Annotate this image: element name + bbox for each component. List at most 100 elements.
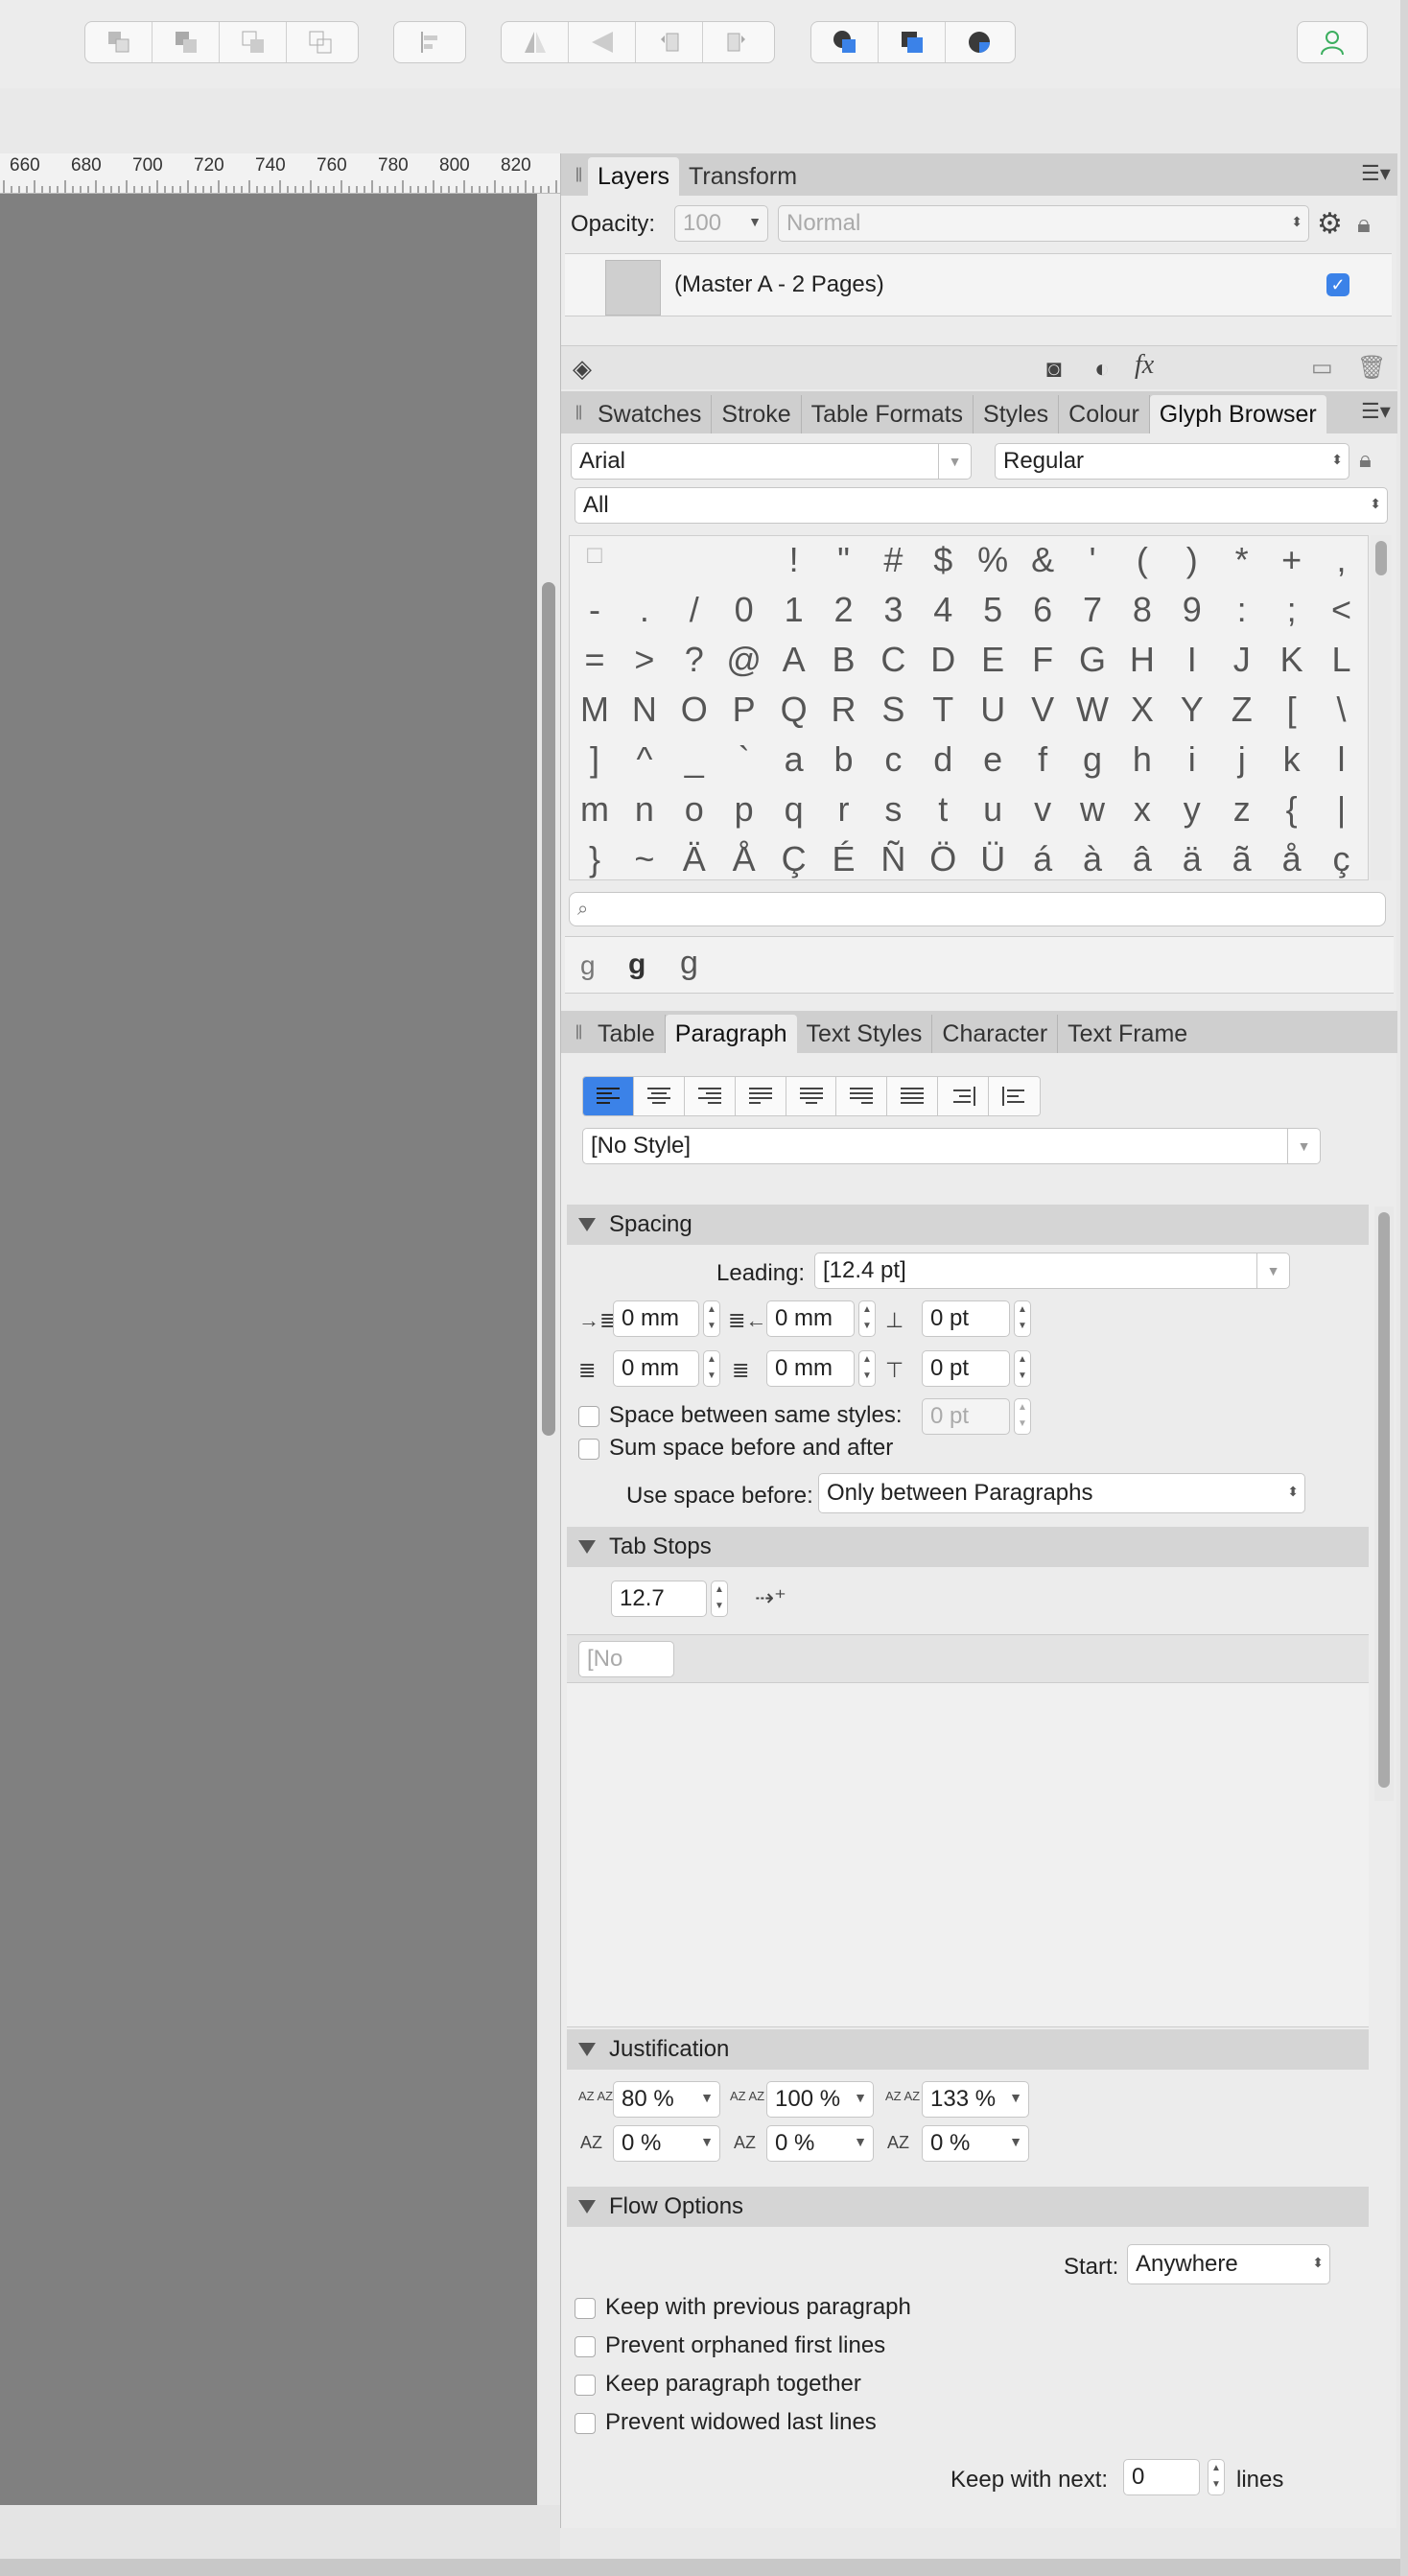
glyph-cell[interactable]: P <box>719 690 769 739</box>
align-center-button[interactable] <box>633 1077 685 1115</box>
glyph-search-input[interactable]: ⌕ <box>569 892 1386 926</box>
tab-transform[interactable]: Transform <box>679 157 807 196</box>
account-button[interactable] <box>1298 22 1367 62</box>
glyph-cell[interactable]: Ç <box>769 839 819 889</box>
glyph-cell[interactable]: $ <box>918 540 968 590</box>
glyph-cell[interactable]: [ <box>1267 690 1317 739</box>
fx-icon[interactable]: fx <box>1135 350 1154 381</box>
keep-with-next-stepper[interactable]: ▲ ▼ <box>1208 2459 1225 2495</box>
justify-left-button[interactable] <box>735 1077 786 1115</box>
default-tab-stepper[interactable]: ▲ ▼ <box>711 1581 728 1617</box>
glyph-cell[interactable]: ã <box>1217 839 1267 889</box>
glyph-cell[interactable]: | <box>1317 789 1367 839</box>
rotate-right-button[interactable] <box>703 22 770 62</box>
align-away-from-spine-button[interactable] <box>989 1077 1040 1115</box>
glyph-cell[interactable]: a <box>769 739 819 789</box>
space-before-field[interactable]: 0 pt <box>922 1300 1010 1337</box>
glyph-cell[interactable]: k <box>1267 739 1317 789</box>
glyph-cell[interactable]: , <box>1317 540 1367 590</box>
glyph-cell[interactable]: K <box>1267 640 1317 690</box>
glyph-cell[interactable]: } <box>570 839 620 889</box>
flow-options-section-header[interactable]: Flow Options <box>567 2187 1369 2227</box>
glyph-cell[interactable] <box>719 540 769 590</box>
recent-glyph[interactable]: g <box>580 950 596 981</box>
glyph-cell[interactable]: X <box>1117 690 1167 739</box>
glyph-cell[interactable]: g <box>1068 739 1117 789</box>
glyph-cell[interactable]: ; <box>1267 590 1317 640</box>
tab-table-formats[interactable]: Table Formats <box>802 395 974 433</box>
move-back-button[interactable] <box>153 22 220 62</box>
glyph-cell[interactable]: ç <box>1317 839 1367 889</box>
glyph-cell[interactable]: 5 <box>968 590 1018 640</box>
glyph-cell[interactable]: □ <box>570 540 620 590</box>
space-same-styles-checkbox[interactable] <box>578 1406 599 1427</box>
glyph-cell[interactable]: " <box>819 540 869 590</box>
move-to-back-button[interactable] <box>85 22 153 62</box>
start-select[interactable]: Anywhere ⬍ <box>1127 2244 1330 2284</box>
letter-spacing-max-field[interactable]: 0 % ▼ <box>922 2125 1029 2162</box>
tab-text-frame[interactable]: Text Frame <box>1058 1015 1197 1053</box>
add-shapes-button[interactable] <box>811 22 879 62</box>
glyph-cell[interactable]: 6 <box>1018 590 1068 640</box>
glyph-cell[interactable]: Ä <box>669 839 719 889</box>
glyph-cell[interactable]: ä <box>1167 839 1217 889</box>
glyph-cell[interactable]: E <box>968 640 1018 690</box>
recent-glyph[interactable]: g <box>628 948 645 981</box>
word-spacing-max-field[interactable]: 133 % ▼ <box>922 2081 1029 2118</box>
opacity-field[interactable]: 100 ▼ <box>674 205 768 242</box>
panel-grip-icon[interactable]: || <box>569 391 588 433</box>
glyph-cell[interactable]: T <box>918 690 968 739</box>
glyph-cell[interactable]: H <box>1117 640 1167 690</box>
add-layer-icon[interactable]: ▭ <box>1311 354 1333 382</box>
glyph-cell[interactable]: V <box>1018 690 1068 739</box>
glyph-cell[interactable]: v <box>1018 789 1068 839</box>
glyph-cell[interactable]: D <box>918 640 968 690</box>
subtract-shapes-button[interactable] <box>879 22 946 62</box>
tab-paragraph[interactable]: Paragraph <box>665 1015 797 1053</box>
glyph-cell[interactable]: W <box>1068 690 1117 739</box>
layer-row[interactable]: (Master A - 2 Pages) ✓ <box>565 253 1392 316</box>
justify-center-button[interactable] <box>786 1077 837 1115</box>
glyph-cell[interactable]: s <box>868 789 918 839</box>
tab-styles[interactable]: Styles <box>974 395 1060 433</box>
canvas-scrollbar[interactable] <box>539 194 558 2505</box>
flip-horizontal-button[interactable] <box>502 22 569 62</box>
glyph-cell[interactable]: + <box>1267 540 1317 590</box>
glyph-cell[interactable]: @ <box>719 640 769 690</box>
glyph-cell[interactable]: n <box>620 789 669 839</box>
glyph-cell[interactable]: y <box>1167 789 1217 839</box>
glyph-cell[interactable]: ! <box>769 540 819 590</box>
glyph-cell[interactable]: ) <box>1167 540 1217 590</box>
move-forward-button[interactable] <box>220 22 287 62</box>
intersect-shapes-button[interactable] <box>946 22 1013 62</box>
glyph-cell[interactable]: Q <box>769 690 819 739</box>
right-indent-stepper[interactable]: ▲ ▼ <box>703 1350 720 1387</box>
canvas-scroll-thumb[interactable] <box>542 582 555 1436</box>
glyph-cell[interactable]: c <box>868 739 918 789</box>
glyph-cell[interactable]: z <box>1217 789 1267 839</box>
left-indent-stepper[interactable]: ▲ ▼ <box>703 1300 720 1337</box>
rotate-left-button[interactable] <box>636 22 703 62</box>
glyph-cell[interactable]: m <box>570 789 620 839</box>
keep-with-previous-checkbox[interactable] <box>575 2298 596 2319</box>
glyph-cell[interactable]: p <box>719 789 769 839</box>
tab-swatches[interactable]: Swatches <box>588 395 713 433</box>
sum-space-checkbox[interactable] <box>578 1439 599 1460</box>
panel-grip-icon[interactable]: || <box>569 153 588 196</box>
glyph-cell[interactable]: 2 <box>819 590 869 640</box>
paragraph-style-select[interactable]: [No Style] ▼ <box>582 1128 1321 1164</box>
leading-select[interactable]: [12.4 pt] ▼ <box>814 1253 1290 1289</box>
glyph-cell[interactable]: { <box>1267 789 1317 839</box>
tab-glyph-browser[interactable]: Glyph Browser <box>1149 395 1326 433</box>
letter-spacing-min-field[interactable]: 0 % ▼ <box>613 2125 720 2162</box>
glyph-cell[interactable]: e <box>968 739 1018 789</box>
glyph-cell[interactable]: å <box>1267 839 1317 889</box>
glyph-cell[interactable]: 7 <box>1068 590 1117 640</box>
glyph-cell[interactable]: U <box>968 690 1018 739</box>
glyph-cell[interactable]: > <box>620 640 669 690</box>
glyph-grid[interactable]: □! " # $% & '() * +, -./0 1 2 3 4 5 6 7 8 9:; < = >? @ A B C D E F G… <box>569 535 1369 880</box>
glyph-cell[interactable]: ` <box>719 739 769 789</box>
glyph-cell[interactable]: Z <box>1217 690 1267 739</box>
align-right-button[interactable] <box>684 1077 736 1115</box>
glyph-cell[interactable]: G <box>1068 640 1117 690</box>
